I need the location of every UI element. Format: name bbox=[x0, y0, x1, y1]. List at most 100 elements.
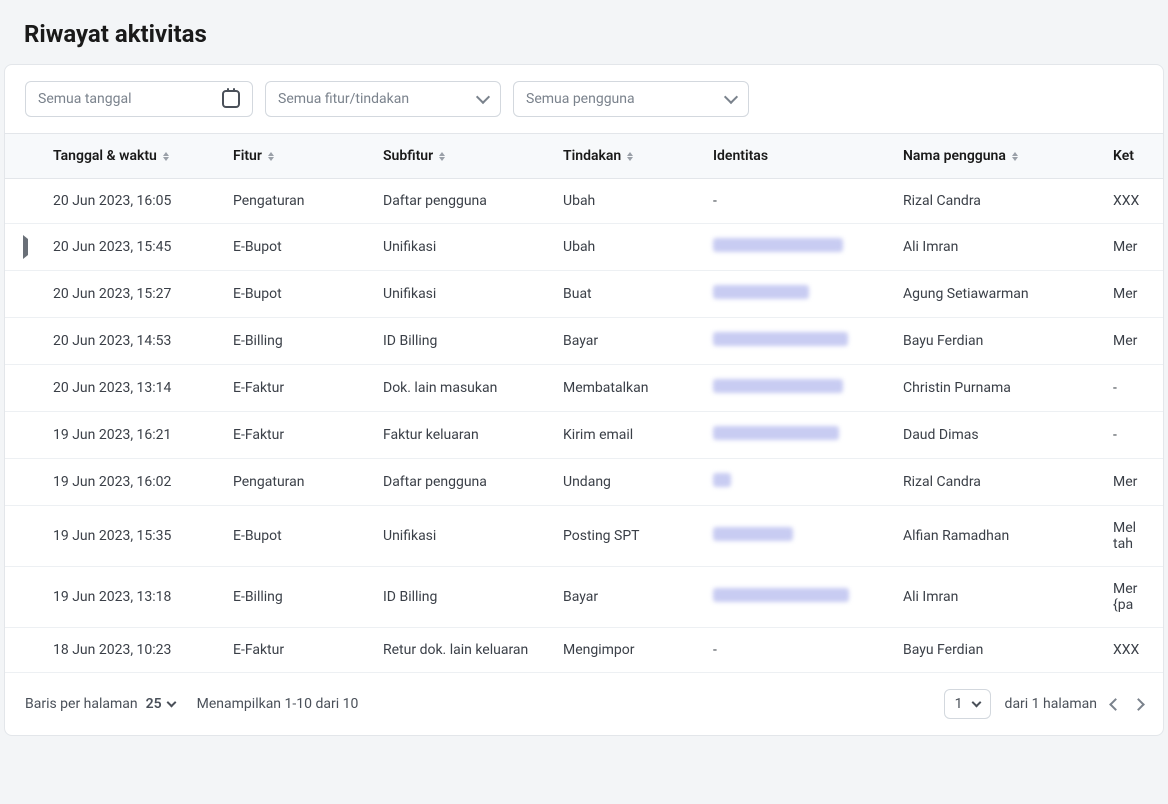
table-row: 20 Jun 2023, 14:53E-BillingID BillingBay… bbox=[5, 318, 1163, 365]
col-datetime[interactable]: Tanggal & waktu bbox=[41, 134, 221, 179]
col-subfeature-label: Subfitur bbox=[383, 148, 433, 164]
cell-action: Bayar bbox=[551, 567, 701, 628]
cell-note: XXX bbox=[1101, 628, 1163, 673]
cell-feature: E-Faktur bbox=[221, 628, 371, 673]
cell-datetime: 19 Jun 2023, 16:02 bbox=[41, 459, 221, 506]
user-filter[interactable]: Semua pengguna bbox=[513, 81, 749, 117]
activity-table: Tanggal & waktu Fitur Subfitur Tindakan … bbox=[5, 133, 1163, 673]
col-note-label: Ket bbox=[1113, 148, 1134, 164]
cell-username: Ali Imran bbox=[891, 567, 1101, 628]
activity-card: Semua tanggal Semua fitur/tindakan Semua… bbox=[4, 64, 1164, 736]
chevron-down-icon bbox=[971, 698, 981, 708]
cell-identity: - bbox=[701, 628, 891, 673]
table-row: 19 Jun 2023, 15:35E-BupotUnifikasiPostin… bbox=[5, 506, 1163, 567]
cell-feature: E-Bupot bbox=[221, 224, 371, 271]
redacted-identity bbox=[713, 588, 849, 602]
col-datetime-label: Tanggal & waktu bbox=[53, 148, 157, 164]
col-action-label: Tindakan bbox=[563, 148, 621, 164]
cell-feature: Pengaturan bbox=[221, 459, 371, 506]
cell-feature: E-Billing bbox=[221, 567, 371, 628]
sort-icon bbox=[439, 152, 445, 161]
redacted-identity bbox=[713, 473, 731, 487]
cell-action: Ubah bbox=[551, 224, 701, 271]
cell-username: Rizal Candra bbox=[891, 179, 1101, 224]
col-action[interactable]: Tindakan bbox=[551, 134, 701, 179]
cell-note: - bbox=[1101, 365, 1163, 412]
page-value: 1 bbox=[955, 696, 963, 712]
feature-filter[interactable]: Semua fitur/tindakan bbox=[265, 81, 501, 117]
cell-note: Mer bbox=[1101, 271, 1163, 318]
table-row: 19 Jun 2023, 13:18E-BillingID BillingBay… bbox=[5, 567, 1163, 628]
cell-note: - bbox=[1101, 412, 1163, 459]
cell-feature: E-Billing bbox=[221, 318, 371, 365]
user-filter-placeholder: Semua pengguna bbox=[526, 91, 635, 107]
sort-icon bbox=[627, 152, 633, 161]
sort-icon bbox=[163, 152, 169, 161]
cell-username: Alfian Ramadhan bbox=[891, 506, 1101, 567]
cell-note: Mer bbox=[1101, 459, 1163, 506]
cell-username: Christin Purnama bbox=[891, 365, 1101, 412]
table-header-row: Tanggal & waktu Fitur Subfitur Tindakan … bbox=[5, 134, 1163, 179]
prev-page-button[interactable] bbox=[1109, 698, 1122, 711]
cell-identity bbox=[701, 271, 891, 318]
cell-identity bbox=[701, 318, 891, 365]
table-scroll[interactable]: Tanggal & waktu Fitur Subfitur Tindakan … bbox=[5, 133, 1163, 673]
cell-note: Mer {pa bbox=[1101, 567, 1163, 628]
cell-action: Bayar bbox=[551, 318, 701, 365]
date-filter-placeholder: Semua tanggal bbox=[38, 91, 132, 107]
rows-per-page-value: 25 bbox=[146, 696, 162, 712]
redacted-identity bbox=[713, 426, 839, 440]
col-feature[interactable]: Fitur bbox=[221, 134, 371, 179]
chevron-down-icon bbox=[166, 698, 176, 708]
cell-identity bbox=[701, 224, 891, 271]
of-pages-text: dari 1 halaman bbox=[1005, 696, 1097, 712]
cell-username: Bayu Ferdian bbox=[891, 318, 1101, 365]
col-username-label: Nama pengguna bbox=[903, 148, 1006, 164]
calendar-icon bbox=[222, 90, 240, 108]
rows-per-page: Baris per halaman 25 bbox=[25, 696, 175, 712]
cell-feature: E-Faktur bbox=[221, 412, 371, 459]
table-row: 19 Jun 2023, 16:02PengaturanDaftar pengg… bbox=[5, 459, 1163, 506]
expand-cell[interactable] bbox=[5, 224, 41, 271]
date-filter[interactable]: Semua tanggal bbox=[25, 81, 253, 117]
cell-subfeature: ID Billing bbox=[371, 567, 551, 628]
cell-datetime: 20 Jun 2023, 15:27 bbox=[41, 271, 221, 318]
table-row: 20 Jun 2023, 15:27E-BupotUnifikasiBuatAg… bbox=[5, 271, 1163, 318]
col-username[interactable]: Nama pengguna bbox=[891, 134, 1101, 179]
next-page-button[interactable] bbox=[1132, 698, 1145, 711]
expand-cell bbox=[5, 459, 41, 506]
cell-note: Mer bbox=[1101, 224, 1163, 271]
table-row: 20 Jun 2023, 13:14E-FakturDok. lain masu… bbox=[5, 365, 1163, 412]
rows-per-page-select[interactable]: 25 bbox=[146, 696, 175, 712]
page-title: Riwayat aktivitas bbox=[24, 20, 1144, 48]
col-expand bbox=[5, 134, 41, 179]
expand-cell bbox=[5, 567, 41, 628]
cell-datetime: 18 Jun 2023, 10:23 bbox=[41, 628, 221, 673]
expand-cell bbox=[5, 179, 41, 224]
cell-note: Mel tah bbox=[1101, 506, 1163, 567]
cell-action: Buat bbox=[551, 271, 701, 318]
cell-datetime: 19 Jun 2023, 15:35 bbox=[41, 506, 221, 567]
cell-note: XXX bbox=[1101, 179, 1163, 224]
cell-feature: E-Bupot bbox=[221, 271, 371, 318]
cell-username: Ali Imran bbox=[891, 224, 1101, 271]
cell-subfeature: Faktur keluaran bbox=[371, 412, 551, 459]
col-subfeature[interactable]: Subfitur bbox=[371, 134, 551, 179]
expand-icon bbox=[23, 235, 28, 259]
col-identity: Identitas bbox=[701, 134, 891, 179]
redacted-identity bbox=[713, 527, 793, 541]
cell-username: Daud Dimas bbox=[891, 412, 1101, 459]
chevron-down-icon bbox=[476, 90, 490, 104]
chevron-down-icon bbox=[724, 90, 738, 104]
cell-identity bbox=[701, 506, 891, 567]
col-note: Ket bbox=[1101, 134, 1163, 179]
cell-subfeature: ID Billing bbox=[371, 318, 551, 365]
cell-subfeature: Daftar pengguna bbox=[371, 179, 551, 224]
cell-subfeature: Retur dok. lain keluaran bbox=[371, 628, 551, 673]
cell-subfeature: Unifikasi bbox=[371, 271, 551, 318]
page-select[interactable]: 1 bbox=[944, 689, 991, 719]
table-row: 18 Jun 2023, 10:23E-FakturRetur dok. lai… bbox=[5, 628, 1163, 673]
cell-subfeature: Unifikasi bbox=[371, 506, 551, 567]
expand-cell bbox=[5, 412, 41, 459]
cell-subfeature: Unifikasi bbox=[371, 224, 551, 271]
